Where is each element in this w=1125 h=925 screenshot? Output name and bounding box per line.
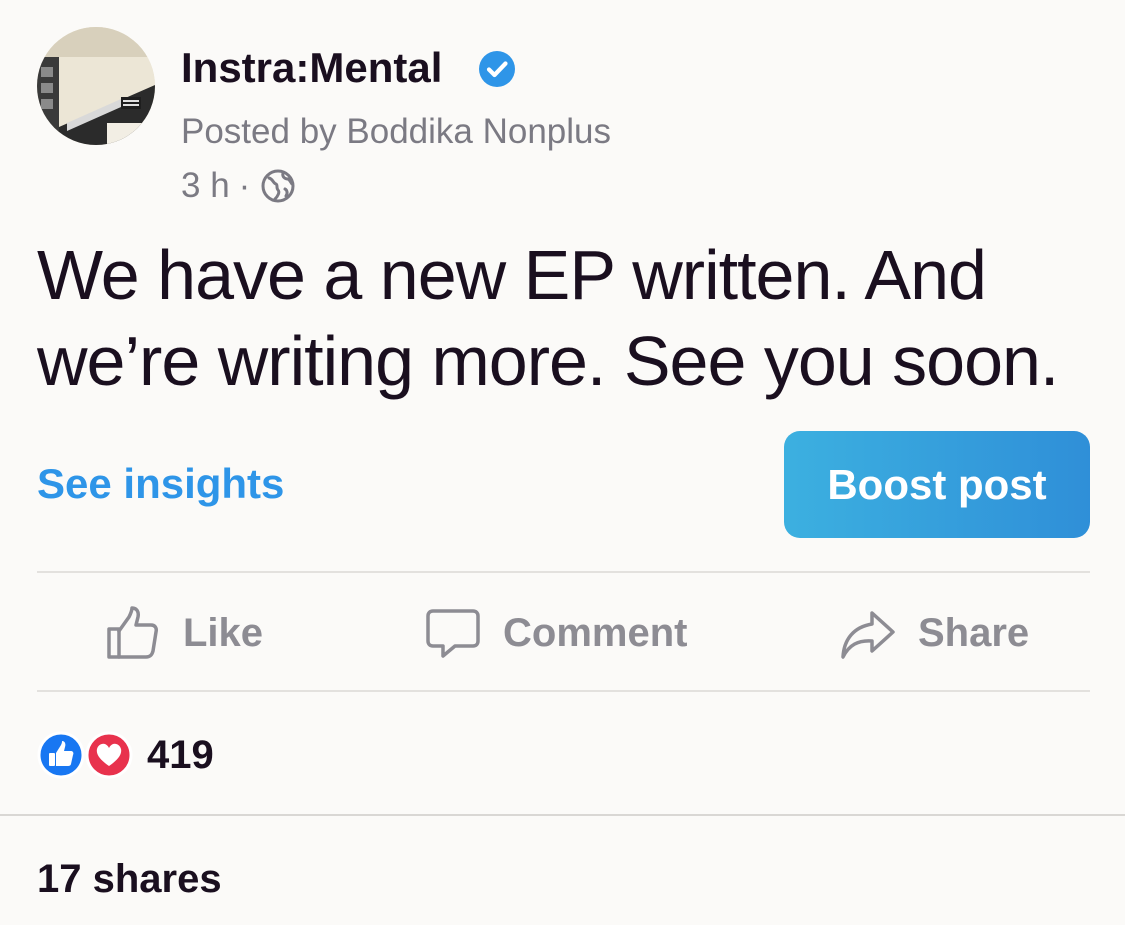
- post-text-line: we’re writing more. See you soon.: [37, 322, 1059, 400]
- post-meta: 3 h ·: [181, 166, 295, 206]
- posted-by-text: Posted by Boddika Nonplus: [181, 112, 611, 151]
- comment-label: Comment: [503, 610, 688, 655]
- share-label: Share: [918, 610, 1030, 655]
- see-insights-link[interactable]: See insights: [37, 460, 284, 508]
- shares-count[interactable]: 17 shares: [37, 857, 222, 902]
- post-card: Instra:Mental Posted by Boddika Nonplus …: [0, 0, 1125, 925]
- post-text-line: We have a new EP written. And: [37, 236, 987, 314]
- verified-badge-icon: [479, 51, 515, 87]
- page-avatar[interactable]: [37, 27, 155, 145]
- divider: [0, 814, 1125, 816]
- like-label: Like: [183, 610, 264, 655]
- reactions-summary[interactable]: 419: [37, 731, 214, 779]
- like-reaction-icon: [37, 731, 85, 779]
- post-timestamp[interactable]: 3 h: [181, 166, 230, 206]
- divider: [37, 571, 1090, 573]
- page-name[interactable]: Instra:Mental: [181, 44, 442, 92]
- like-button[interactable]: Like: [105, 600, 263, 666]
- reaction-count: 419: [147, 732, 214, 777]
- thumbs-up-icon: [107, 606, 158, 659]
- comment-icon: [426, 609, 480, 658]
- share-arrow-icon: [841, 611, 895, 659]
- boost-post-button[interactable]: Boost post: [784, 431, 1090, 538]
- reaction-icons: [37, 731, 133, 779]
- love-reaction-icon: [85, 731, 133, 779]
- divider: [37, 690, 1090, 692]
- share-button[interactable]: Share: [840, 600, 1029, 666]
- comment-button[interactable]: Comment: [425, 600, 687, 666]
- post-body: We have a new EP written. And we’re writ…: [37, 232, 1097, 404]
- avatar-image: [37, 27, 155, 145]
- meta-separator: ·: [238, 166, 251, 205]
- globe-icon: [261, 169, 295, 203]
